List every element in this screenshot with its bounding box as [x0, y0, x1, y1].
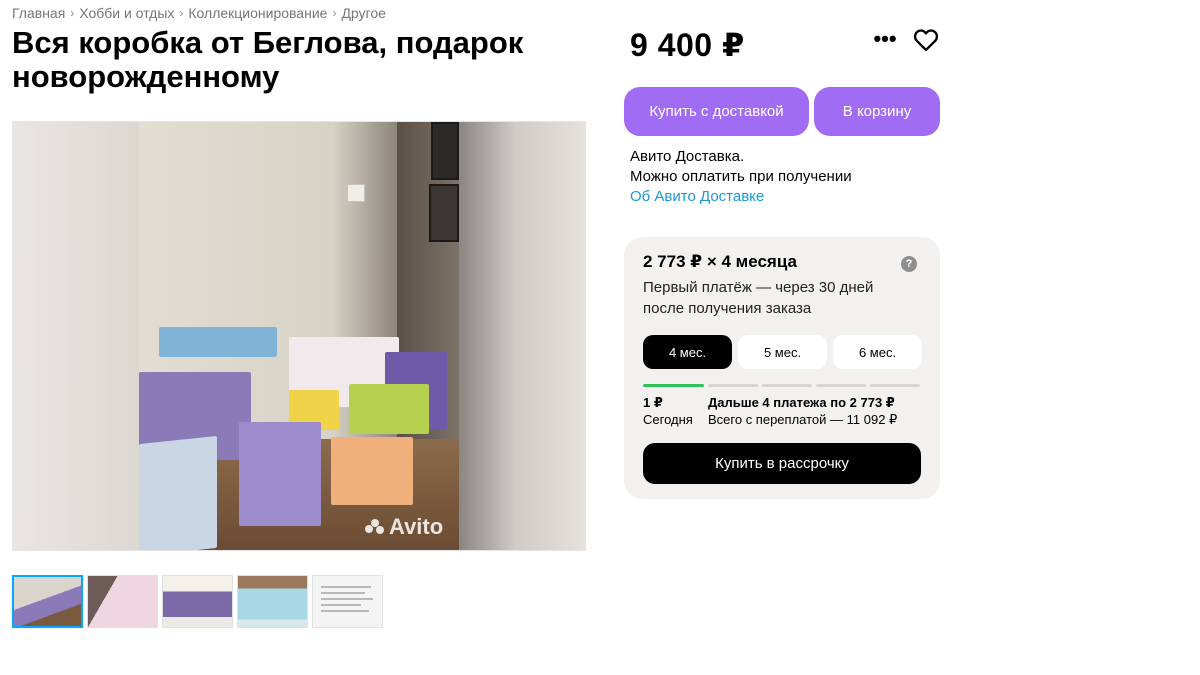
delivery-info-link[interactable]: Об Авито Доставке	[630, 187, 852, 207]
delivery-line-2: Можно оплатить при получении	[630, 168, 852, 185]
breadcrumb-hobby[interactable]: Хобби и отдых	[79, 5, 174, 21]
add-to-cart-button[interactable]: В корзину	[814, 87, 940, 136]
thumbnail-5[interactable]	[312, 575, 383, 628]
installment-description: Первый платёж — через 30 дней после полу…	[643, 279, 874, 317]
product-photo[interactable]: Avito	[139, 122, 461, 550]
term-option-5[interactable]: 5 мес.	[738, 335, 827, 369]
next-payments-amount: Дальше 4 платежа по 2 773 ₽	[708, 395, 895, 410]
avito-logo-icon	[365, 519, 385, 535]
main-photo[interactable]: Avito	[12, 121, 586, 551]
term-selector: 4 мес. 5 мес. 6 мес.	[643, 335, 922, 369]
help-icon[interactable]: ?	[901, 256, 917, 272]
photo-blur-left	[13, 122, 139, 550]
breadcrumb-collecting[interactable]: Коллекционирование	[188, 5, 327, 21]
thumbnail-4[interactable]	[237, 575, 308, 628]
installment-card: 2 773 ₽ × 4 месяца ? Первый платёж — чер…	[624, 237, 940, 499]
delivery-info: Авито Доставка. Можно оплатить при получ…	[630, 147, 852, 207]
payment-segment-2	[708, 384, 758, 387]
price: 9 400 ₽	[630, 27, 745, 63]
watermark-text: Avito	[389, 514, 444, 539]
payment-segment-3	[762, 384, 812, 387]
buy-installment-button[interactable]: Купить в рассрочку	[643, 443, 921, 484]
photo-blur-right	[459, 122, 585, 550]
first-payment-when: Сегодня	[643, 412, 693, 427]
avito-watermark: Avito	[365, 514, 443, 540]
first-payment: 1 ₽ Сегодня	[643, 394, 693, 428]
buy-with-delivery-button[interactable]: Купить с доставкой	[624, 87, 809, 136]
page-title: Вся коробка от Беглова, подарок новорожд…	[12, 25, 524, 94]
total-with-overpayment: Всего с переплатой — 11 092 ₽	[708, 412, 898, 427]
installment-heading: 2 773 ₽ × 4 месяца	[643, 252, 797, 271]
chevron-right-icon: ›	[70, 6, 75, 20]
thumbnail-strip	[12, 575, 383, 628]
more-dots-icon[interactable]: •••	[872, 24, 898, 54]
term-option-6[interactable]: 6 мес.	[833, 335, 922, 369]
term-option-4[interactable]: 4 мес.	[643, 335, 732, 369]
thumbnail-1[interactable]	[12, 575, 83, 628]
thumbnail-2[interactable]	[87, 575, 158, 628]
payment-segment-5	[870, 384, 920, 387]
breadcrumb-other[interactable]: Другое	[341, 5, 385, 21]
payment-segment-1	[643, 384, 704, 387]
payment-schedule-progress	[643, 384, 920, 387]
breadcrumb: Главная › Хобби и отдых › Коллекциониров…	[12, 5, 386, 21]
next-payments: Дальше 4 платежа по 2 773 ₽ Всего с пере…	[708, 394, 897, 428]
first-payment-amount: 1 ₽	[643, 395, 663, 410]
heart-icon[interactable]	[912, 26, 940, 54]
chevron-right-icon: ›	[332, 6, 337, 20]
thumbnail-3[interactable]	[162, 575, 233, 628]
breadcrumb-home[interactable]: Главная	[12, 5, 65, 21]
payment-segment-4	[816, 384, 866, 387]
chevron-right-icon: ›	[179, 6, 184, 20]
delivery-line-1: Авито Доставка.	[630, 148, 745, 165]
